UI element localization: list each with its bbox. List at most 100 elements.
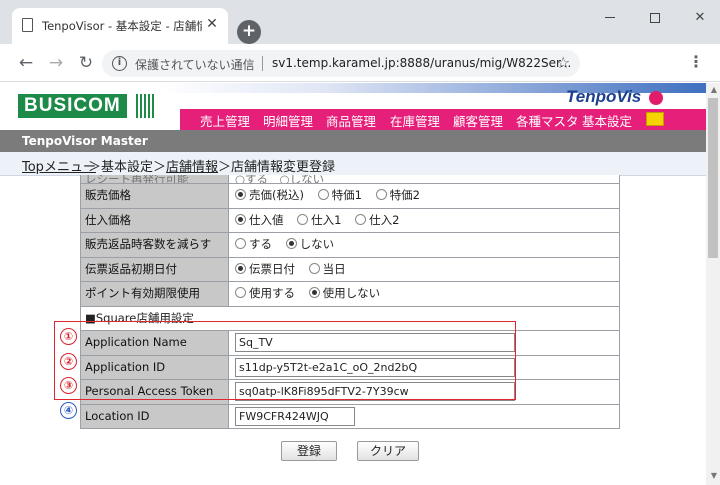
- forward-arrow-icon[interactable]: →: [46, 53, 66, 73]
- breadcrumb-store-info-link[interactable]: 店舗情報: [166, 156, 218, 175]
- back-arrow-icon[interactable]: ←: [16, 53, 36, 73]
- step-marker-3: ③: [60, 377, 77, 394]
- table-row: Location ID FW9CFR424WJQ: [81, 404, 619, 429]
- radio-option[interactable]: 使用しない: [308, 282, 381, 305]
- window-close-button[interactable]: ✕: [690, 8, 710, 28]
- radio-button[interactable]: [308, 262, 320, 274]
- radio-option[interactable]: 仕入1: [297, 209, 341, 232]
- radio-button[interactable]: [235, 189, 246, 200]
- tenpovisor-logo-mark: [649, 91, 663, 105]
- step-marker-4: ④: [60, 402, 77, 419]
- radio-label: 仕入1: [311, 212, 342, 227]
- row-label: 販売価格: [81, 184, 229, 208]
- table-row: レシート再発行可能 ○する ○しない: [81, 175, 619, 184]
- menu-item-customers[interactable]: 顧客管理: [453, 111, 503, 130]
- minimize-icon: [605, 16, 615, 19]
- table-row: 販売価格 売価(税込) 特価1 特価2: [81, 184, 619, 209]
- clear-button[interactable]: クリア: [357, 441, 419, 461]
- menu-item-masters[interactable]: 各種マスタ: [516, 111, 579, 130]
- radio-button[interactable]: [355, 213, 367, 225]
- breadcrumb-top-link[interactable]: Topメニュー: [22, 156, 96, 175]
- radio-button[interactable]: [285, 238, 297, 249]
- radio-option[interactable]: 仕入値: [235, 209, 284, 232]
- row-label: Location ID: [81, 404, 229, 428]
- page-scrollbar[interactable]: ▲ ▼: [706, 83, 720, 485]
- page-viewport: BUSICOM TenpoVis 売上管理 明細管理 商品管理 在庫管理 顧客管…: [0, 83, 720, 485]
- radio-button[interactable]: [308, 287, 320, 298]
- row-value: 使用する 使用しない: [229, 282, 619, 306]
- radio-option[interactable]: 当日: [308, 258, 346, 281]
- window-maximize-button[interactable]: [645, 8, 665, 28]
- radio-option[interactable]: 使用する: [235, 282, 295, 305]
- step-marker-2: ②: [60, 353, 77, 370]
- radio-label: 使用しない: [322, 286, 381, 300]
- security-status[interactable]: 保護されていない通信: [135, 56, 255, 73]
- url-text[interactable]: sv1.temp.karamel.jp:8888/uranus/mig/W822…: [272, 56, 571, 70]
- radio-button[interactable]: [235, 287, 246, 298]
- highlight-box: [54, 321, 516, 400]
- window-minimize-button[interactable]: [600, 8, 620, 28]
- menu-item-basic-settings[interactable]: 基本設定: [582, 111, 632, 130]
- star-icon[interactable]: ☆: [556, 53, 570, 72]
- row-label: 伝票返品初期日付: [81, 257, 229, 281]
- radio-label: する: [249, 237, 272, 251]
- new-tab-button[interactable]: +: [237, 20, 261, 44]
- radio-option[interactable]: 伝票日付: [235, 258, 295, 281]
- table-row: ポイント有効期限使用 使用する 使用しない: [81, 282, 619, 307]
- scroll-down-icon[interactable]: ▼: [711, 471, 717, 480]
- row-value: 売価(税込) 特価1 特価2: [229, 184, 619, 208]
- busicom-logo-stripes: [136, 94, 156, 118]
- radio-label: 特価2: [389, 188, 420, 202]
- menu-item-details[interactable]: 明細管理: [263, 111, 313, 130]
- radio-button[interactable]: [375, 189, 387, 200]
- kebab-menu-icon[interactable]: ⋮: [688, 52, 704, 71]
- radio-button[interactable]: [235, 238, 246, 249]
- radio-option[interactable]: 売価(税込): [235, 184, 304, 207]
- table-row: 仕入価格 仕入値 仕入1 仕入2: [81, 208, 619, 233]
- table-row: 伝票返品初期日付 伝票日付 当日: [81, 257, 619, 282]
- menu-item-inventory[interactable]: 在庫管理: [390, 111, 440, 130]
- scroll-thumb[interactable]: [708, 98, 718, 258]
- maximize-icon: [650, 12, 660, 23]
- row-value: FW9CFR424WJQ: [229, 404, 619, 428]
- menu-item-products[interactable]: 商品管理: [326, 111, 376, 130]
- info-icon[interactable]: i: [112, 56, 127, 71]
- row-label: レシート再発行可能: [81, 175, 229, 183]
- scroll-up-icon[interactable]: ▲: [711, 85, 717, 94]
- address-bar[interactable]: i 保護されていない通信 sv1.temp.karamel.jp:8888/ur…: [102, 50, 580, 77]
- row-label: 仕入価格: [81, 208, 229, 232]
- radio-label: 仕入値: [249, 212, 284, 227]
- radio-label: しない: [299, 237, 335, 251]
- location-id-input[interactable]: FW9CFR424WJQ: [235, 406, 355, 426]
- master-bar: TenpoVisor Master: [0, 130, 706, 152]
- tenpovisor-logo: TenpoVis: [566, 87, 642, 106]
- breadcrumb-separator: ＞: [153, 160, 167, 175]
- radio-label: 仕入2: [369, 212, 400, 227]
- radio-label: 伝票日付: [249, 261, 295, 276]
- menu-item-sales[interactable]: 売上管理: [200, 111, 250, 130]
- radio-button[interactable]: [235, 262, 246, 274]
- reload-icon[interactable]: ↻: [76, 53, 96, 73]
- radio-label: 使用する: [249, 286, 295, 300]
- browser-tab[interactable]: TenpoVisor - 基本設定 - 店舗情報 ✕: [12, 8, 228, 44]
- breadcrumb: Topメニュー ＞ 基本設定 ＞ 店舗情報 ＞ 店舗情報変更登録: [0, 152, 706, 176]
- breadcrumb-basic-settings: 基本設定: [101, 160, 154, 175]
- radio-option[interactable]: 仕入2: [355, 209, 399, 232]
- breadcrumb-separator: ＞: [218, 160, 232, 175]
- radio-option[interactable]: する: [235, 233, 272, 256]
- radio-label: 当日: [322, 261, 346, 276]
- radio-option[interactable]: 特価2: [375, 184, 420, 207]
- master-title: TenpoVisor Master: [22, 134, 148, 148]
- radio-option[interactable]: しない: [285, 233, 335, 256]
- radio-button[interactable]: [317, 189, 329, 200]
- busicom-logo: BUSICOM: [18, 94, 127, 118]
- row-label: 販売返品時客数を減らす: [81, 233, 229, 257]
- register-button[interactable]: 登録: [281, 441, 337, 461]
- radio-button[interactable]: [297, 213, 309, 225]
- radio-label: 特価1: [331, 188, 362, 202]
- tab-close-icon[interactable]: ✕: [204, 16, 220, 32]
- row-value: する しない: [229, 233, 619, 257]
- radio-option[interactable]: 特価1: [317, 184, 362, 207]
- radio-button[interactable]: [235, 213, 246, 225]
- home-folder-icon[interactable]: [646, 112, 664, 126]
